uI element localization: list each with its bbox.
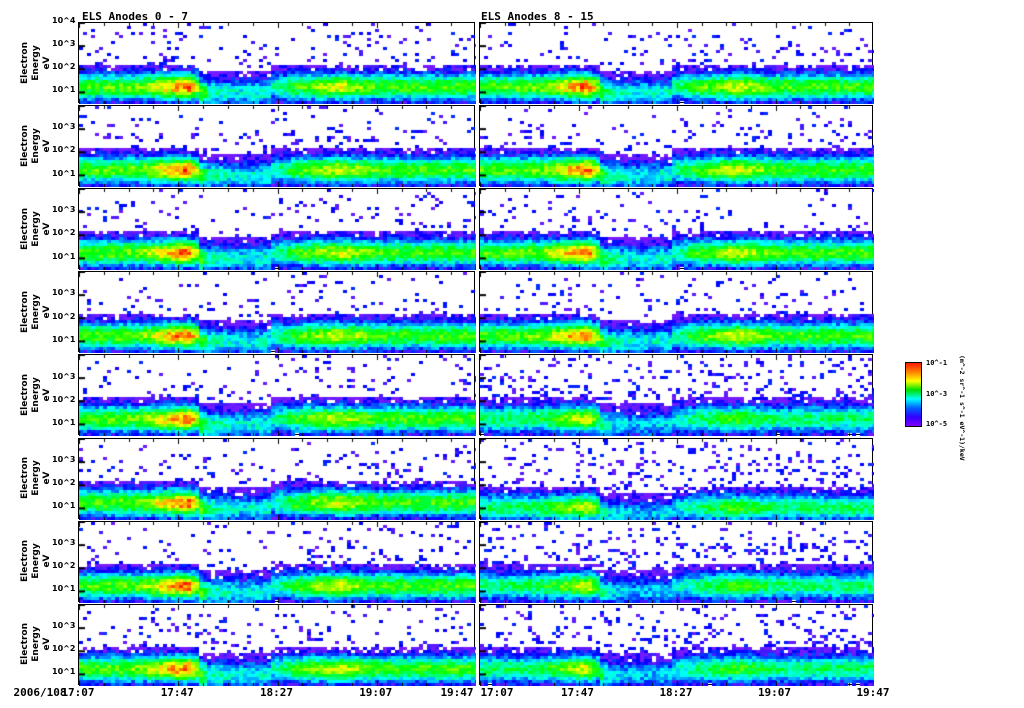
y-tick-label: 10^3: [52, 620, 76, 630]
y-axis-label: Electron Energy eV: [20, 521, 52, 601]
spectrogram-image: [79, 521, 476, 603]
y-tick-label: 10^3: [52, 288, 76, 298]
y-axis-label: Electron Energy eV: [20, 23, 52, 103]
els-spectrogram-figure: ELS Anodes 0 - 7 ELS Anodes 8 - 15 Elect…: [0, 0, 1024, 708]
y-tick-label: 10^2: [52, 394, 76, 404]
y-axis-title: Electron Energy: [20, 457, 41, 500]
y-axis-title: Electron Energy: [20, 41, 41, 84]
spectrogram-panel-anode-0: [78, 22, 476, 104]
y-tick-label: 10^1: [52, 85, 76, 95]
x-tick-label: 18:27: [659, 686, 693, 699]
y-tick-label: 10^2: [52, 643, 76, 653]
y-tick-label: 10^2: [52, 477, 76, 487]
spectrogram-panel-anode-5: [78, 437, 476, 520]
spectrogram-image: [79, 106, 476, 188]
colorbar-tick: 10^-3: [926, 390, 948, 398]
y-tick-label: 10^3: [52, 39, 76, 49]
spectrogram-image: [480, 521, 874, 603]
spectrogram-image: [480, 604, 874, 686]
x-tick-label: 18:27: [259, 686, 294, 699]
x-tick-label: 17:07: [61, 686, 95, 699]
y-axis-unit: eV: [42, 388, 52, 402]
spectrogram-image: [79, 272, 476, 354]
spectrogram-panel-anode-8: [479, 22, 874, 104]
spectrogram-panel-anode-11: [479, 271, 874, 354]
x-tick-label: 19:47: [856, 686, 890, 699]
y-axis-unit: eV: [42, 305, 52, 319]
y-axis-label: Electron Energy eV: [20, 355, 52, 435]
spectrogram-image: [79, 189, 476, 271]
y-tick-label: 10^3: [52, 205, 76, 215]
spectrogram-panel-anode-12: [479, 354, 874, 437]
y-axis-title: Electron Energy: [20, 290, 41, 333]
spectrogram-image: [480, 23, 874, 104]
spectrogram-panel-anode-15: [479, 603, 874, 686]
spectrogram-image: [79, 604, 476, 686]
spectrogram-image: [79, 438, 476, 520]
y-tick-label: 10^1: [52, 667, 76, 677]
spectrogram-panel-anode-7: [78, 603, 476, 686]
spectrogram-image: [79, 355, 476, 437]
x-tick-label: 19:07: [359, 686, 393, 699]
y-tick-label: 10^3: [52, 122, 76, 132]
spectrogram-panel-anode-13: [479, 437, 874, 520]
y-tick-label: 10^1: [52, 500, 76, 510]
x-tick-label: 19:47: [440, 686, 474, 699]
y-axis-label: Electron Energy eV: [20, 189, 52, 269]
y-axis-unit: eV: [42, 139, 52, 153]
y-tick-label: 10^2: [52, 228, 76, 238]
spectrogram-panel-anode-2: [78, 188, 476, 271]
y-axis-label: Electron Energy eV: [20, 106, 52, 186]
x-tick-label: 19:07: [757, 686, 792, 699]
y-tick-label: 10^3: [52, 537, 76, 547]
spectrogram-image: [480, 189, 874, 271]
spectrogram-image: [480, 106, 874, 188]
spectrogram-panel-anode-4: [78, 354, 476, 437]
colorbar: [905, 362, 922, 427]
x-tick-label: 17:47: [160, 686, 194, 699]
x-tick-label: 17:07: [480, 686, 514, 699]
y-tick-label: 10^1: [52, 168, 76, 178]
y-tick-label: 10^2: [52, 311, 76, 321]
spectrogram-panel-anode-6: [78, 520, 476, 603]
y-tick-label: 10^2: [52, 62, 76, 72]
spectrogram-image: [480, 438, 874, 520]
spectrogram-panel-anode-14: [479, 520, 874, 603]
date-label: 2006/108: [13, 686, 67, 699]
y-axis-unit: eV: [42, 222, 52, 236]
spectrogram-panel-anode-9: [479, 105, 874, 188]
y-axis-title: Electron Energy: [20, 623, 41, 666]
y-tick-label: 10^1: [52, 334, 76, 344]
spectrogram-image: [480, 272, 874, 354]
y-axis-label: Electron Energy eV: [20, 272, 52, 352]
y-tick-label: 10^3: [52, 371, 76, 381]
y-axis-title: Electron Energy: [20, 540, 41, 583]
y-axis-title: Electron Energy: [20, 207, 41, 250]
colorbar-tick: 10^-1: [926, 359, 948, 367]
y-axis-unit: eV: [42, 637, 52, 651]
y-axis-unit: eV: [42, 471, 52, 485]
y-axis-title: Electron Energy: [20, 373, 41, 416]
spectrogram-panel-anode-1: [78, 105, 476, 188]
y-axis-unit: eV: [42, 554, 52, 568]
y-tick-label: 10^1: [52, 251, 76, 261]
colorbar-tick: 10^-5: [926, 420, 948, 428]
spectrogram-image: [79, 23, 476, 104]
y-axis-label: Electron Energy eV: [20, 438, 52, 518]
x-tick-label: 17:47: [560, 686, 595, 699]
spectrogram-panel-anode-3: [78, 271, 476, 354]
y-tick-label: 10^3: [52, 454, 76, 464]
y-tick-label: 10^1: [52, 417, 76, 427]
y-tick-label: 10^2: [52, 560, 76, 570]
y-tick-label: 10^1: [52, 584, 76, 594]
colorbar-label: (m^-2 sr^-1 s^-1 eV^-1)/keV: [958, 355, 966, 461]
y-axis-label: Electron Energy eV: [20, 604, 52, 684]
y-axis-title: Electron Energy: [20, 124, 41, 167]
y-axis-unit: eV: [42, 55, 52, 70]
spectrogram-panel-anode-10: [479, 188, 874, 271]
y-tick-label: 10^4: [52, 16, 76, 25]
y-tick-label: 10^2: [52, 145, 76, 155]
spectrogram-image: [480, 355, 874, 437]
